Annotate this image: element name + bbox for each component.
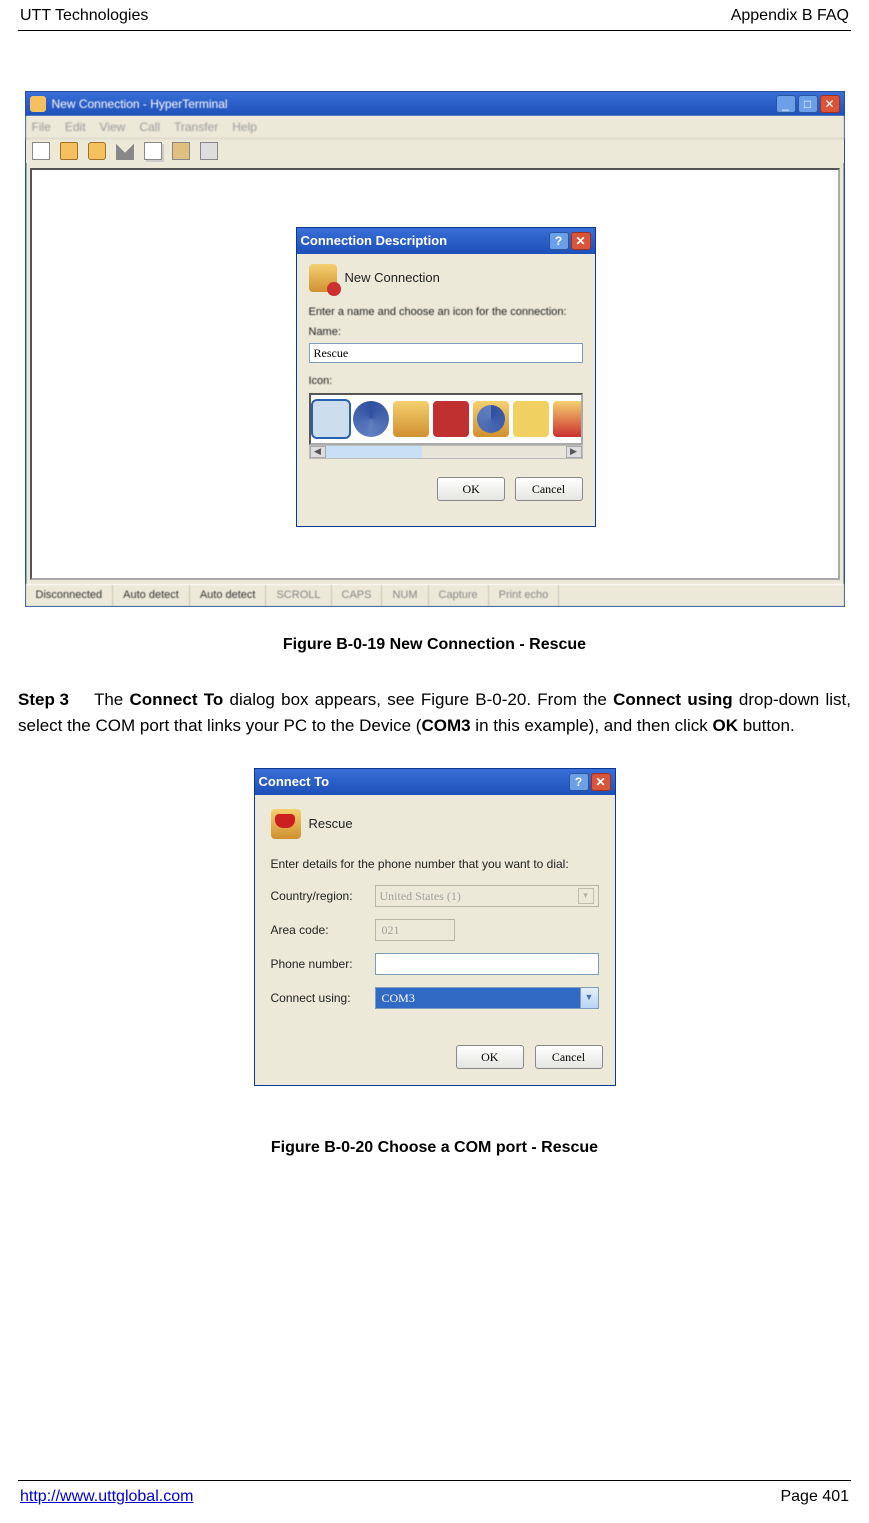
- page-header: UTT Technologies Appendix B FAQ: [18, 0, 851, 31]
- minimize-button[interactable]: _: [776, 95, 796, 113]
- help-button[interactable]: ?: [549, 232, 569, 250]
- connection-name: Rescue: [309, 814, 353, 834]
- paste-icon[interactable]: [172, 142, 190, 160]
- dialog-prompt: Enter a name and choose an icon for the …: [309, 304, 583, 321]
- dialog-title: Connect To: [259, 772, 330, 792]
- close-button[interactable]: ✕: [571, 232, 591, 250]
- dialog-heading: New Connection: [345, 268, 440, 288]
- close-button[interactable]: ✕: [820, 95, 840, 113]
- hyperterminal-window: New Connection - HyperTerminal _ □ ✕ Fil…: [25, 91, 845, 607]
- icon-scrollbar[interactable]: ◀ ▶: [309, 445, 583, 459]
- icon-option[interactable]: [313, 401, 349, 437]
- toolbar: [26, 139, 844, 163]
- connect-using-value: COM3: [376, 988, 580, 1008]
- footer-url[interactable]: http://www.uttglobal.com: [20, 1485, 193, 1509]
- icon-label: Icon:: [309, 373, 583, 390]
- connect-to-dialog: Connect To ? ✕ Rescue Enter details for …: [254, 768, 616, 1086]
- hyperterminal-titlebar: New Connection - HyperTerminal _ □ ✕: [26, 92, 844, 116]
- connect-using-select[interactable]: COM3 ▼: [375, 987, 599, 1009]
- close-button[interactable]: ✕: [591, 773, 611, 791]
- status-print: Print echo: [489, 585, 560, 606]
- maximize-button[interactable]: □: [798, 95, 818, 113]
- chevron-down-icon: ▾: [578, 888, 594, 904]
- header-right: Appendix B FAQ: [731, 4, 849, 28]
- menu-edit[interactable]: Edit: [65, 118, 86, 136]
- scroll-left-icon[interactable]: ◀: [310, 446, 326, 458]
- status-conn: Disconnected: [26, 585, 114, 606]
- scroll-track[interactable]: [326, 446, 566, 458]
- app-icon: [30, 96, 46, 112]
- icon-option[interactable]: [553, 401, 583, 437]
- page-footer: http://www.uttglobal.com Page 401: [18, 1480, 851, 1513]
- call-icon[interactable]: [88, 142, 106, 160]
- icon-option[interactable]: [353, 401, 389, 437]
- status-capture: Capture: [429, 585, 489, 606]
- icon-option[interactable]: [513, 401, 549, 437]
- copy-icon[interactable]: [144, 142, 162, 160]
- name-input[interactable]: [309, 343, 583, 363]
- figure-caption-1: Figure B-0-19 New Connection - Rescue: [18, 633, 851, 657]
- dialog-title: Connection Description: [301, 231, 448, 251]
- dialog-titlebar: Connection Description ? ✕: [297, 228, 595, 254]
- connection-icon: [309, 264, 337, 292]
- menu-file[interactable]: File: [32, 118, 51, 136]
- scroll-right-icon[interactable]: ▶: [566, 446, 582, 458]
- help-button[interactable]: ?: [569, 773, 589, 791]
- icon-option[interactable]: [393, 401, 429, 437]
- ok-button[interactable]: OK: [437, 477, 505, 501]
- status-num: NUM: [382, 585, 428, 606]
- area-code-input: 021: [375, 919, 455, 941]
- step-label: Step 3: [18, 687, 88, 713]
- menu-help[interactable]: Help: [232, 118, 257, 136]
- country-label: Country/region:: [271, 887, 375, 905]
- phone-label: Phone number:: [271, 955, 375, 973]
- connect-using-label: Connect using:: [271, 989, 375, 1007]
- icon-picker[interactable]: [309, 393, 583, 445]
- country-select: United States (1) ▾: [375, 885, 599, 907]
- chevron-down-icon[interactable]: ▼: [580, 988, 598, 1008]
- icon-option[interactable]: [473, 401, 509, 437]
- cancel-button[interactable]: Cancel: [515, 477, 583, 501]
- status-detect2: Auto detect: [190, 585, 267, 606]
- disconnect-icon[interactable]: [116, 142, 134, 160]
- status-detect1: Auto detect: [113, 585, 190, 606]
- connection-description-dialog: Connection Description ? ✕ New Connectio…: [296, 227, 596, 527]
- icon-option[interactable]: [433, 401, 469, 437]
- footer-page: Page 401: [780, 1485, 849, 1509]
- dialog-titlebar: Connect To ? ✕: [255, 769, 615, 795]
- menu-view[interactable]: View: [100, 118, 126, 136]
- statusbar: Disconnected Auto detect Auto detect SCR…: [26, 584, 844, 606]
- step-3-paragraph: Step 3 The Connect To dialog box appears…: [18, 687, 851, 738]
- cancel-button[interactable]: Cancel: [535, 1045, 603, 1069]
- ok-button[interactable]: OK: [456, 1045, 524, 1069]
- menubar: File Edit View Call Transfer Help: [26, 116, 844, 139]
- name-label: Name:: [309, 324, 583, 341]
- status-scroll: SCROLL: [266, 585, 331, 606]
- figure-caption-2: Figure B-0-20 Choose a COM port - Rescue: [18, 1136, 851, 1160]
- open-icon[interactable]: [60, 142, 78, 160]
- menu-transfer[interactable]: Transfer: [174, 118, 218, 136]
- dialog-hint: Enter details for the phone number that …: [271, 855, 599, 873]
- area-code-label: Area code:: [271, 921, 375, 939]
- properties-icon[interactable]: [200, 142, 218, 160]
- status-caps: CAPS: [332, 585, 383, 606]
- phone-input[interactable]: [375, 953, 599, 975]
- new-icon[interactable]: [32, 142, 50, 160]
- menu-call[interactable]: Call: [139, 118, 160, 136]
- phone-icon: [271, 809, 301, 839]
- window-title: New Connection - HyperTerminal: [52, 95, 776, 113]
- header-left: UTT Technologies: [20, 4, 148, 28]
